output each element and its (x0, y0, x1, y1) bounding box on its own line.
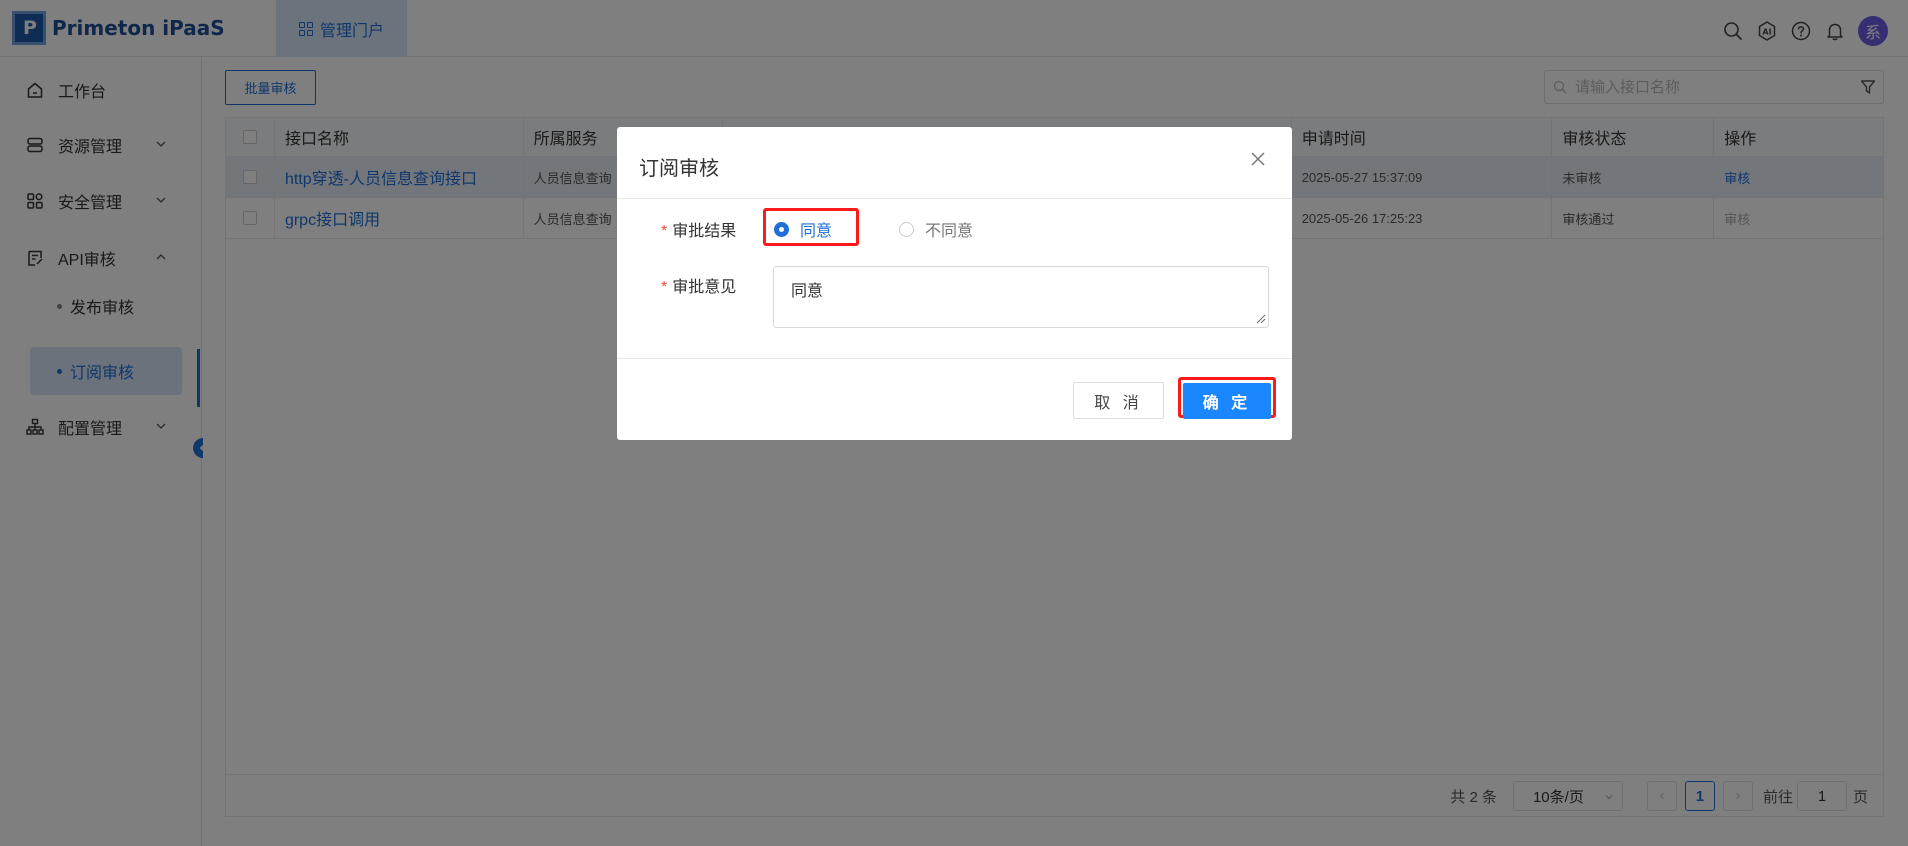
close-icon[interactable] (1248, 149, 1268, 169)
required-asterisk: * (661, 279, 668, 296)
opinion-label: * 审批意见 (661, 279, 737, 296)
dialog-divider (617, 358, 1292, 359)
cancel-button[interactable]: 取 消 (1073, 382, 1164, 419)
radio-disagree[interactable]: 不同意 (899, 217, 973, 241)
result-label: * 审批结果 (661, 223, 737, 240)
radio-label: 不同意 (925, 223, 974, 240)
subscribe-review-dialog: 订阅审核 * 审批结果 同意 不同意 * 审批意见 同意 取 消 确 定 (617, 127, 1292, 440)
radio-agree[interactable]: 同意 (774, 217, 832, 241)
resize-grip-icon[interactable] (1256, 314, 1266, 324)
dialog-title: 订阅审核 (639, 158, 719, 180)
opinion-textarea[interactable]: 同意 (773, 266, 1269, 328)
confirm-button[interactable]: 确 定 (1183, 383, 1271, 419)
radio-circle (899, 221, 914, 237)
radio-circle (774, 221, 789, 237)
radio-label: 同意 (800, 223, 833, 240)
required-asterisk: * (661, 223, 668, 240)
dialog-divider (617, 198, 1292, 199)
